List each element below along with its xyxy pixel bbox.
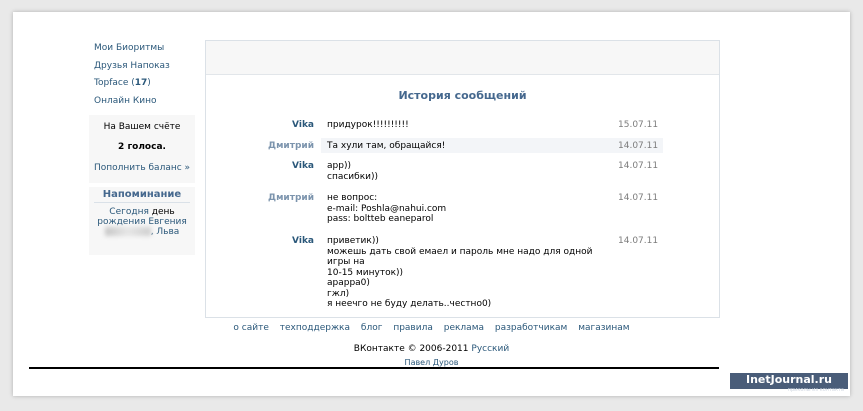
message-date: 14.07.11 — [618, 161, 659, 171]
message-author[interactable]: Vika — [226, 236, 314, 246]
message-author[interactable]: Vika — [226, 161, 314, 171]
watermark-logo: InetJournal.ru приколы из контакта — [730, 373, 848, 393]
footer-link-rules[interactable]: правила — [393, 323, 433, 333]
message-line: apapра0) — [327, 278, 370, 288]
footer-link-blog[interactable]: блог — [361, 323, 383, 333]
footer-link-ads[interactable]: реклама — [444, 323, 484, 333]
footer-links: о сайте техподдержка блог правила реклам… — [0, 323, 863, 333]
balance-box: На Вашем счёте 2 голоса. Пополнить балан… — [89, 115, 195, 183]
nav-item-biorhythms[interactable]: Мои Биоритмы — [94, 40, 194, 58]
message-text: app)) спасибки)) — [327, 161, 607, 182]
message-line: приветик)) — [327, 236, 379, 246]
message-line: pass: boltteb eaneparol — [327, 214, 434, 224]
watermark-title: InetJournal.ru — [745, 373, 832, 386]
nav-item-topface[interactable]: Topface (17) — [94, 75, 194, 93]
message-line: Та хули там, обращайся! — [327, 141, 446, 151]
panel-header-bar — [206, 41, 719, 75]
message-author[interactable]: Дмитрий — [226, 141, 314, 151]
copyright: ВКонтакте © 2006-2011 Русский — [0, 344, 863, 354]
reminder-today: Сегодня — [109, 207, 152, 217]
message-history-panel: История сообщений Vika придурок!!!!!!!!!… — [205, 40, 720, 318]
message-text: Та хули там, обращайся! — [327, 141, 607, 152]
message-line: app)) — [327, 161, 351, 171]
reminder-title: Напоминание — [94, 189, 190, 203]
nav-item-topface-suffix: ) — [147, 78, 151, 88]
message-line: я неечго не буду делать..честно0) — [327, 299, 492, 309]
watermark-subtitle: приколы из контакта — [787, 387, 844, 393]
message-line: e-mail: Poshla@nahui.com — [327, 203, 447, 214]
message-line: гжл) — [327, 288, 350, 299]
site-author-link[interactable]: Павел Дуров — [0, 358, 863, 367]
reminder-text: Сегодня день рождения Евгения , Льва — [93, 207, 191, 237]
reminder-day: день — [151, 207, 175, 217]
footer-link-support[interactable]: техподдержка — [280, 323, 350, 333]
copyright-text: ВКонтакте © 2006-2011 — [353, 344, 469, 354]
footer-link-about[interactable]: о сайте — [233, 323, 268, 333]
message-date: 14.07.11 — [618, 141, 659, 151]
message-line: 10-15 минуток)) — [327, 267, 404, 278]
nav-item-online-kino[interactable]: Онлайн Кино — [94, 93, 194, 111]
language-link[interactable]: Русский — [471, 344, 509, 354]
message-text: не вопрос: e-mail: Poshla@nahui.com pass… — [327, 193, 607, 225]
left-menu: Мои Биоритмы Друзья Напоказ Topface (17)… — [94, 40, 194, 110]
nav-item-topface-count: 17 — [134, 78, 148, 88]
balance-value: 2 голоса. — [118, 142, 166, 152]
message-line: не вопрос: — [327, 193, 378, 203]
message-line: можешь дать свой емаел и пароль мне надо… — [327, 246, 593, 268]
message-author[interactable]: Дмитрий — [226, 193, 314, 203]
message-text: придурок!!!!!!!!!! — [327, 120, 607, 131]
message-line: придурок!!!!!!!!!! — [327, 120, 409, 130]
divider-line — [29, 367, 719, 369]
balance-label: На Вашем счёте — [103, 122, 181, 132]
message-date: 14.07.11 — [618, 236, 659, 246]
message-date: 14.07.11 — [618, 193, 659, 203]
footer-link-developers[interactable]: разработчикам — [495, 323, 567, 333]
footer-link-shops[interactable]: магазинам — [578, 323, 629, 333]
message-date: 15.07.11 — [618, 120, 659, 130]
page-title: История сообщений — [398, 89, 527, 102]
reminder-name-2[interactable]: , Льва — [151, 227, 180, 237]
message-text: приветик)) можешь дать свой емаел и паро… — [327, 236, 607, 310]
message-line: спасибки)) — [327, 171, 379, 182]
blurred-name — [104, 227, 151, 236]
message-author[interactable]: Vika — [226, 120, 314, 130]
top-up-link[interactable]: Пополнить баланс » — [89, 163, 195, 173]
reminder-box: Напоминание Сегодня день рождения Евгени… — [89, 187, 195, 255]
reminder-birthday[interactable]: рождения Евгения — [97, 217, 187, 227]
nav-item-friends[interactable]: Друзья Напоказ — [94, 58, 194, 76]
nav-item-topface-label: Topface ( — [94, 78, 135, 88]
